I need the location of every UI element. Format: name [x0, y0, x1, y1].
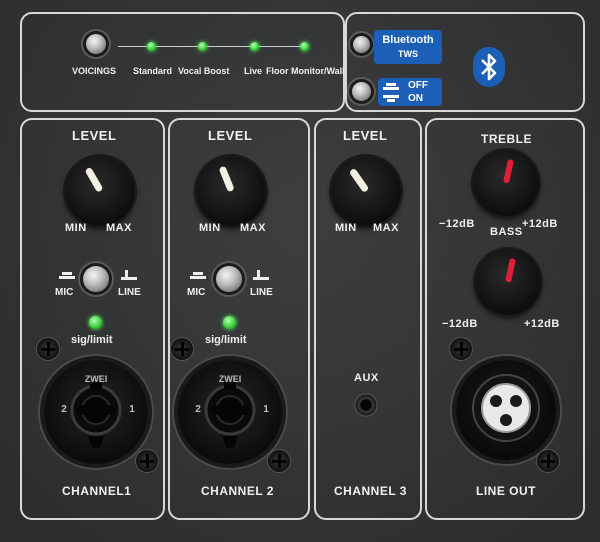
preset-led-standard — [147, 42, 156, 51]
channel3-level-knob[interactable] — [331, 156, 401, 226]
knob-indicator — [83, 166, 104, 193]
bluetooth-tws-badge: Bluetooth TWS — [374, 30, 442, 64]
svg-text:1: 1 — [129, 404, 135, 415]
treble-max-label: +12dB — [522, 218, 558, 230]
channel2-mic-label: MIC — [187, 287, 206, 298]
channel2-min-label: MIN — [199, 222, 221, 234]
voicings-section — [20, 12, 345, 112]
channel2-sig-led — [223, 316, 236, 329]
channel1-mic-line-button[interactable] — [83, 266, 109, 292]
channel2-screw-bottom — [268, 450, 290, 472]
channel1-screw-top — [37, 338, 59, 360]
channel2-combo-input[interactable]: ZWEI 2 1 — [178, 360, 282, 464]
treble-min-label: −12dB — [439, 218, 475, 230]
channel1-combo-input[interactable]: ZWEI 2 1 — [44, 360, 148, 464]
bass-label: BASS — [490, 226, 523, 238]
preset-label-live: Live — [244, 66, 263, 76]
channel1-line-switch-icon — [121, 270, 137, 280]
preset-led-live — [250, 42, 259, 51]
switch-state-icon — [383, 83, 399, 102]
mixer-panel: VOICINGS Standard Vocal Boost Live Floor… — [0, 0, 600, 542]
channel1-name: CHANNEL1 — [62, 484, 132, 498]
knob-indicator — [348, 167, 369, 194]
channel1-level-knob[interactable] — [65, 156, 135, 226]
treble-knob[interactable] — [473, 150, 539, 216]
line-out-xlr-jack[interactable] — [456, 360, 556, 460]
channel1-level-label: LEVEL — [72, 128, 117, 143]
channel2-screw-top — [171, 338, 193, 360]
bluetooth-power-badge: OFF ON — [378, 78, 442, 106]
bass-indicator — [505, 257, 516, 283]
channel3-min-label: MIN — [335, 222, 357, 234]
bass-max-label: +12dB — [524, 318, 560, 330]
combo-jack-icon: ZWEI 2 1 — [61, 374, 135, 448]
preset-label-standard: Standard — [133, 66, 173, 76]
aux-label: AUX — [354, 372, 379, 384]
channel1-min-label: MIN — [65, 222, 87, 234]
channel2-mic-line-button[interactable] — [216, 266, 242, 292]
preset-label-floor-monitor: Floor Monitor/Wall — [266, 66, 345, 76]
voicings-label: VOICINGS — [72, 66, 117, 76]
channel2-level-knob[interactable] — [196, 156, 266, 226]
aux-input-jack[interactable] — [354, 393, 378, 417]
channel1-line-label: LINE — [118, 287, 141, 298]
tws-label: TWS — [398, 49, 418, 59]
channel2-level-label: LEVEL — [208, 128, 253, 143]
lineout-screw-bottom — [537, 450, 559, 472]
voicings-button[interactable] — [86, 34, 106, 54]
bluetooth-power-button[interactable] — [352, 82, 371, 101]
channel1-sig-label: sig/limit — [71, 334, 113, 346]
bass-min-label: −12dB — [442, 318, 478, 330]
channel1-sig-led — [89, 316, 102, 329]
channel3-max-label: MAX — [373, 222, 399, 234]
channel1-mic-label: MIC — [55, 287, 74, 298]
lineout-screw-top — [450, 338, 472, 360]
channel2-name: CHANNEL 2 — [201, 484, 274, 498]
bluetooth-label: Bluetooth — [382, 34, 434, 46]
svg-text:1: 1 — [263, 404, 269, 415]
knob-indicator — [218, 165, 235, 193]
channel1-screw-bottom — [136, 450, 158, 472]
channel1-mic-switch-icon — [59, 270, 75, 280]
channel2-sig-label: sig/limit — [205, 334, 247, 346]
channel2-line-label: LINE — [250, 287, 273, 298]
channel3-level-label: LEVEL — [343, 128, 388, 143]
bluetooth-icon — [473, 47, 505, 87]
xlr-pins-icon — [472, 374, 540, 442]
channel2-line-switch-icon — [253, 270, 269, 280]
preset-label-vocal-boost: Vocal Boost — [178, 66, 230, 76]
treble-indicator — [503, 158, 514, 184]
bass-knob[interactable] — [475, 249, 541, 315]
svg-text:2: 2 — [195, 404, 201, 415]
treble-label: TREBLE — [481, 132, 532, 146]
bluetooth-tws-button[interactable] — [353, 36, 370, 53]
preset-led-vocal-boost — [198, 42, 207, 51]
channel3-name: CHANNEL 3 — [334, 484, 407, 498]
on-label: ON — [408, 93, 423, 104]
combo-jack-icon: ZWEI 2 1 — [195, 374, 269, 448]
off-label: OFF — [408, 80, 428, 91]
line-out-label: LINE OUT — [476, 484, 536, 498]
channel2-mic-switch-icon — [190, 270, 206, 280]
channel1-max-label: MAX — [106, 222, 132, 234]
channel2-max-label: MAX — [240, 222, 266, 234]
preset-led-floor-monitor — [300, 42, 309, 51]
svg-text:2: 2 — [61, 404, 67, 415]
